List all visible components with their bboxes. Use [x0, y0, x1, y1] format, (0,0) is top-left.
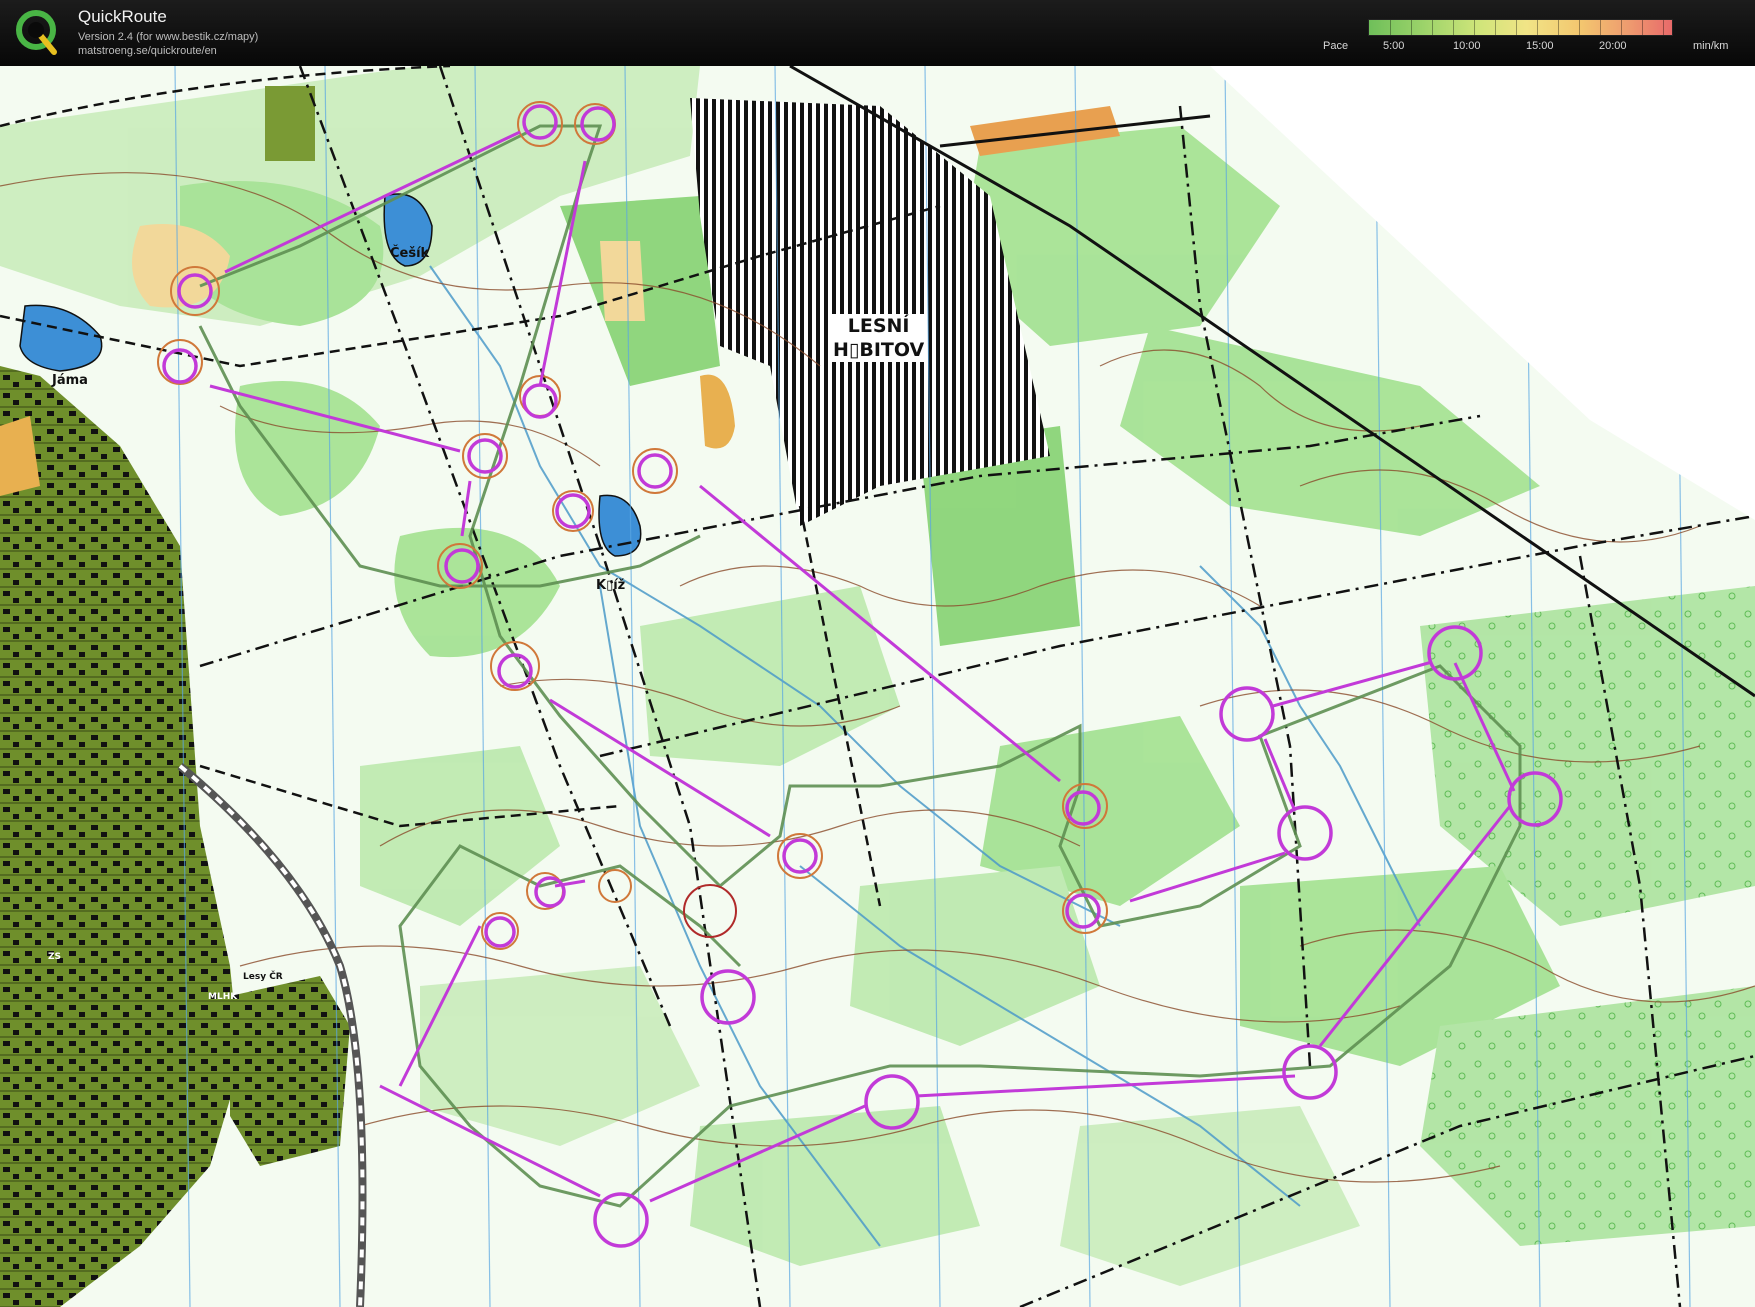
orienteering-map[interactable]: Češík Jáma K▯íž LESNÍ H▯BITOV Lesy ČR ML… [0, 66, 1755, 1307]
cemetery-label-line2: H▯BITOV [833, 339, 925, 361]
map-label-cesik: Češík [390, 246, 430, 261]
app-url: matstroeng.se/quickroute/en [78, 45, 217, 57]
map-label-cemetery: LESNÍ H▯BITOV [830, 314, 928, 362]
pace-color-scale [1368, 19, 1673, 36]
pace-label: Pace [1323, 40, 1349, 52]
pace-tick-5: 5:00 [1383, 40, 1405, 52]
app-header: QuickRoute Version 2.4 (for www.bestik.c… [0, 0, 1755, 66]
map-label-lesy-cr: Lesy ČR [243, 972, 283, 982]
quickroute-logo-icon [16, 10, 57, 55]
urban-area-top [265, 86, 315, 161]
map-label-zs: ZS [48, 952, 62, 962]
urban-area-lower [230, 976, 350, 1166]
map-canvas[interactable] [0, 66, 1755, 1307]
map-label-kriz: K▯íž [596, 578, 626, 593]
pace-tick-15: 15:00 [1526, 40, 1554, 52]
pace-tick-20: 20:00 [1599, 40, 1627, 52]
app-version: Version 2.4 (for www.bestik.cz/mapy) [78, 31, 259, 43]
map-label-mlhk: MLHK [208, 992, 238, 1002]
cemetery-label-line1: LESNÍ [847, 315, 910, 337]
app-title: QuickRoute [78, 7, 167, 26]
map-label-jama: Jáma [52, 373, 88, 388]
pace-unit: min/km [1693, 40, 1729, 52]
pace-tick-10: 10:00 [1453, 40, 1481, 52]
